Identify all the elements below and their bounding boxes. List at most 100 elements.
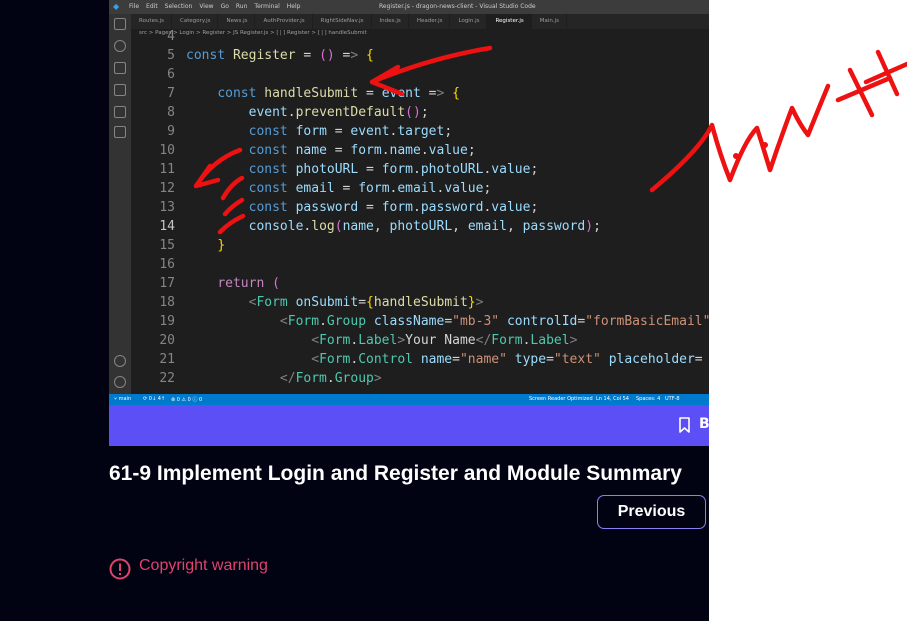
account-icon <box>114 355 126 367</box>
status-screen-reader: Screen Reader Optimized <box>529 396 593 402</box>
line-number: 13 <box>159 200 175 215</box>
code-text: const password = form.password.value; <box>248 200 539 215</box>
editor-tab: Category.js <box>172 14 219 29</box>
line-number: 8 <box>167 105 175 120</box>
line-number: 16 <box>159 257 175 272</box>
code-text: return ( <box>217 276 280 291</box>
line-number: 4 <box>167 29 175 44</box>
copyright-warning-link[interactable]: Copyright warning <box>139 557 268 575</box>
line-number: 9 <box>167 124 175 139</box>
menu-item: Terminal <box>254 3 280 10</box>
extensions-icon <box>114 106 126 118</box>
line-number: 6 <box>167 67 175 82</box>
line-number: 11 <box>159 162 175 177</box>
line-number: 20 <box>159 333 175 348</box>
warning-icon <box>109 558 131 580</box>
code-line: 18 <Form onSubmit={handleSubmit}> <box>131 295 709 314</box>
code-line: 13 const password = form.password.value; <box>131 200 709 219</box>
vscode-logo-icon: ◆ <box>113 2 120 11</box>
editor-tab: AuthProvider.js <box>255 14 313 29</box>
editor-tab: Routes.js <box>131 14 172 29</box>
code-line: 20 <Form.Label>Your Name</Form.Label> <box>131 333 709 352</box>
line-number: 17 <box>159 276 175 291</box>
code-text: </Form.Group> <box>279 371 382 386</box>
menu-item: Edit <box>146 3 158 10</box>
menu-item: Help <box>286 3 301 10</box>
line-number: 7 <box>167 86 175 101</box>
activity-bar <box>109 14 131 394</box>
menu-item: Go <box>220 3 229 10</box>
code-text: console.log(name, photoURL, email, passw… <box>248 219 601 234</box>
status-spaces: Spaces: 4 <box>636 396 661 402</box>
editor-tab: Main.js <box>532 14 568 29</box>
code-line: 4 <box>131 29 709 48</box>
code-line: 6 <box>131 67 709 86</box>
code-line: 22 </Form.Group> <box>131 371 709 390</box>
code-text: const name = form.name.value; <box>248 143 476 158</box>
status-branch: ⑂ main <box>114 396 132 402</box>
line-number: 10 <box>159 143 175 158</box>
code-line: 14 console.log(name, photoURL, email, pa… <box>131 219 709 238</box>
code-line: 7 const handleSubmit = event => { <box>131 86 709 105</box>
ink-dot <box>762 142 768 148</box>
remote-icon <box>114 126 126 138</box>
vscode-menu: File Edit Selection View Go Run Terminal… <box>129 3 300 10</box>
ink-scribble-stroke <box>835 67 893 118</box>
video-player[interactable]: ◆ File Edit Selection View Go Run Termin… <box>109 0 709 405</box>
code-line: 17 return ( <box>131 276 709 295</box>
bookmark-label[interactable]: B <box>699 416 710 432</box>
line-number: 21 <box>159 352 175 367</box>
code-text: const photoURL = form.photoURL.value; <box>248 162 539 177</box>
explorer-icon <box>114 18 126 30</box>
editor-tab: RightSideNav.js <box>313 14 372 29</box>
source-control-icon <box>114 62 126 74</box>
status-sync: ⟳ 0↓ 4↑ <box>143 396 166 402</box>
lesson-title: 61-9 Implement Login and Register and Mo… <box>109 462 682 485</box>
code-text: <Form.Label>Your Name</Form.Label> <box>311 333 578 348</box>
status-bar: ⑂ main ⟳ 0↓ 4↑ ⊗ 0 ⚠ 0 ⓘ 0 Screen Reader… <box>109 394 709 405</box>
code-text: <Form onSubmit={handleSubmit}> <box>248 295 484 310</box>
code-line: 12 const email = form.email.value; <box>131 181 709 200</box>
editor-tab: Index.js <box>372 14 409 29</box>
previous-button[interactable]: Previous <box>597 495 706 529</box>
line-number: 14 <box>159 219 175 234</box>
line-number: 12 <box>159 181 175 196</box>
menu-item: File <box>129 3 140 10</box>
run-debug-icon <box>114 84 126 96</box>
vscode-titlebar: ◆ File Edit Selection View Go Run Termin… <box>109 0 709 14</box>
code-editor: 4 5 const Register = () => { 6 7 const handl… <box>131 29 709 395</box>
editor-tabs: Routes.js Category.js News.js AuthProvid… <box>131 14 709 29</box>
code-line: 19 <Form.Group className="mb-3" controlI… <box>131 314 709 333</box>
code-line: 5 const Register = () => { <box>131 48 709 67</box>
code-line: 9 const form = event.target; <box>131 124 709 143</box>
bookmark-icon[interactable] <box>679 417 690 433</box>
ink-dot <box>733 153 739 159</box>
window-title: Register.js - dragon-news-client - Visua… <box>379 3 536 10</box>
code-line: 8 event.preventDefault(); <box>131 105 709 124</box>
code-line: 21 <Form.Control name="name" type="text"… <box>131 352 709 371</box>
code-text: const form = event.target; <box>248 124 453 139</box>
ink-scribble-stroke <box>863 49 907 97</box>
code-text: event.preventDefault(); <box>248 105 429 120</box>
code-line: 11 const photoURL = form.photoURL.value; <box>131 162 709 181</box>
status-problems: ⊗ 0 ⚠ 0 ⓘ 0 <box>171 397 203 403</box>
code-text: const email = form.email.value; <box>248 181 492 196</box>
line-number: 22 <box>159 371 175 386</box>
code-line: 15 } <box>131 238 709 257</box>
line-number: 5 <box>167 48 175 63</box>
line-number: 18 <box>159 295 175 310</box>
code-line: 16 <box>131 257 709 276</box>
menu-item: Selection <box>164 3 193 10</box>
code-text: } <box>217 238 226 253</box>
code-text: const Register = () => { <box>186 48 374 63</box>
line-number: 15 <box>159 238 175 253</box>
code-line: 10 const name = form.name.value; <box>131 143 709 162</box>
code-text: <Form.Group className="mb-3" controlId="… <box>279 314 709 329</box>
code-text: const handleSubmit = event => { <box>217 86 460 101</box>
editor-tab: News.js <box>218 14 256 29</box>
editor-tab: Header.js <box>409 14 451 29</box>
status-cursor-position: Ln 14, Col 54 <box>596 396 629 402</box>
menu-item: Run <box>235 3 248 10</box>
menu-item: View <box>199 3 214 10</box>
editor-tab: Login.js <box>450 14 488 29</box>
